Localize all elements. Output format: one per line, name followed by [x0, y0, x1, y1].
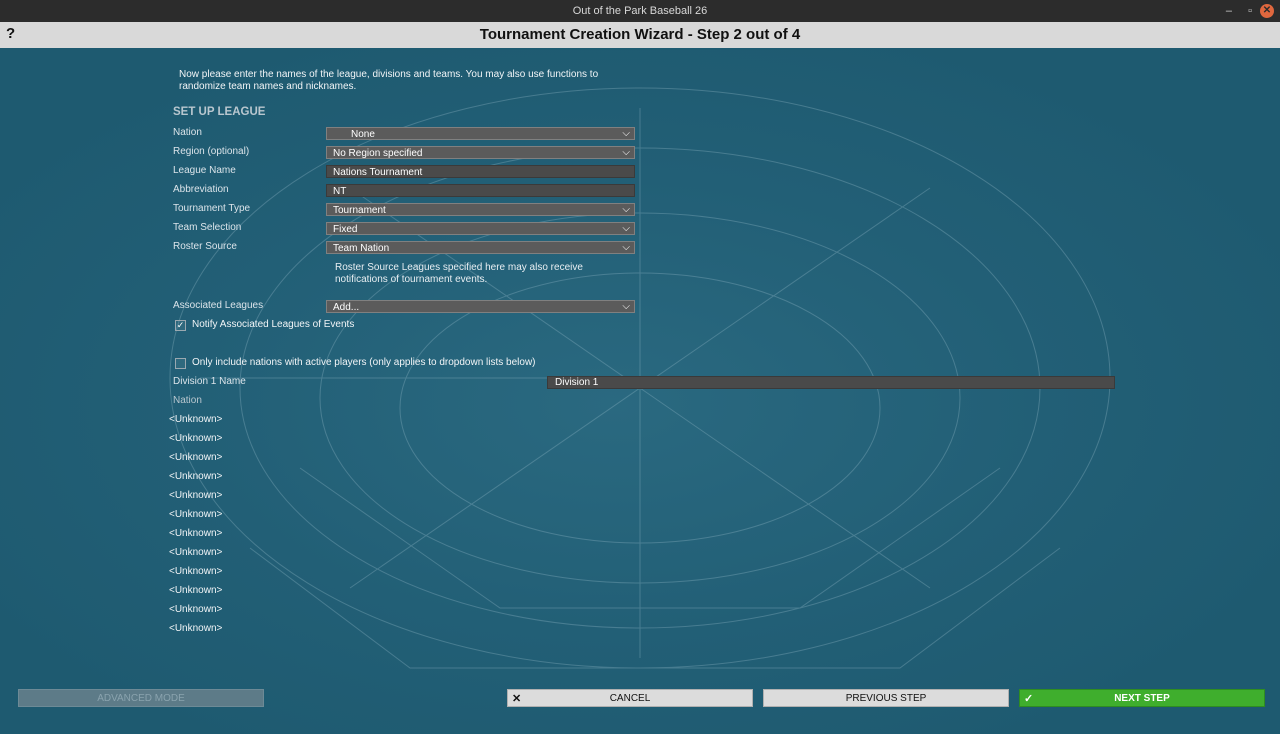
team-nation-item[interactable]: <Unknown>: [169, 604, 222, 615]
league-name-label: League Name: [173, 165, 236, 176]
advanced-mode-button[interactable]: ADVANCED MODE: [18, 689, 264, 707]
region-label: Region (optional): [173, 146, 250, 157]
team-selection-label: Team Selection: [173, 222, 242, 233]
roster-source-note: Roster Source Leagues specified here may…: [335, 262, 583, 285]
intro-text: Now please enter the names of the league…: [179, 69, 599, 92]
league-name-input[interactable]: Nations Tournament: [326, 165, 635, 178]
check-icon: ✓: [1024, 693, 1034, 705]
team-nation-item[interactable]: <Unknown>: [169, 414, 222, 425]
team-nation-item[interactable]: <Unknown>: [169, 528, 222, 539]
team-nation-item[interactable]: <Unknown>: [169, 452, 222, 463]
region-select[interactable]: No Region specified ⌵: [326, 146, 635, 159]
roster-source-value: Team Nation: [333, 243, 390, 254]
abbreviation-input[interactable]: NT: [326, 184, 635, 197]
team-nation-item[interactable]: <Unknown>: [169, 471, 222, 482]
team-nation-item[interactable]: <Unknown>: [169, 585, 222, 596]
nation-value: None: [351, 129, 375, 140]
cancel-button[interactable]: ✕ CANCEL: [507, 689, 753, 707]
notify-checkbox-label: Notify Associated Leagues of Events: [192, 319, 355, 330]
chevron-down-icon: ⌵: [622, 147, 630, 158]
chevron-down-icon: ⌵: [622, 242, 630, 253]
division-name-label: Division 1 Name: [173, 376, 246, 387]
nation-select[interactable]: None ⌵: [326, 127, 635, 140]
active-nations-label: Only include nations with active players…: [192, 357, 536, 368]
associated-leagues-label: Associated Leagues: [173, 300, 264, 311]
chevron-down-icon: ⌵: [622, 301, 630, 312]
minimize-icon[interactable]: –: [1226, 4, 1232, 18]
team-nation-item[interactable]: <Unknown>: [169, 433, 222, 444]
region-value: No Region specified: [333, 148, 423, 159]
associated-leagues-value: Add...: [333, 302, 360, 313]
active-nations-checkbox[interactable]: [175, 358, 186, 369]
team-nation-item[interactable]: <Unknown>: [169, 623, 222, 634]
close-icon: ✕: [512, 693, 522, 705]
chevron-down-icon: ⌵: [622, 204, 630, 215]
close-icon[interactable]: ✕: [1260, 4, 1274, 18]
associated-leagues-select[interactable]: Add... ⌵: [326, 300, 635, 313]
team-nation-item[interactable]: <Unknown>: [169, 490, 222, 501]
tournament-type-label: Tournament Type: [173, 203, 251, 214]
team-nation-item[interactable]: <Unknown>: [169, 547, 222, 558]
nation-label: Nation: [173, 127, 202, 138]
chevron-down-icon: ⌵: [622, 128, 630, 139]
tournament-type-select[interactable]: Tournament ⌵: [326, 203, 635, 216]
division-name-input[interactable]: Division 1: [547, 376, 1115, 389]
nation-column-header: Nation: [173, 395, 202, 406]
team-selection-select[interactable]: Fixed ⌵: [326, 222, 635, 235]
next-step-button[interactable]: ✓ NEXT STEP: [1019, 689, 1265, 707]
page-title: Tournament Creation Wizard - Step 2 out …: [479, 26, 801, 43]
tournament-type-value: Tournament: [333, 205, 386, 216]
maximize-icon[interactable]: ▫: [1248, 4, 1252, 18]
previous-step-button[interactable]: PREVIOUS STEP: [763, 689, 1009, 707]
team-nation-item[interactable]: <Unknown>: [169, 566, 222, 577]
notify-checkbox[interactable]: ✓: [175, 320, 186, 331]
roster-source-select[interactable]: Team Nation ⌵: [326, 241, 635, 254]
team-nation-item[interactable]: <Unknown>: [169, 509, 222, 520]
cancel-label: CANCEL: [609, 693, 651, 704]
window-title: Out of the Park Baseball 26: [572, 5, 708, 17]
roster-source-label: Roster Source: [173, 241, 237, 252]
next-step-label: NEXT STEP: [1114, 693, 1170, 704]
team-selection-value: Fixed: [333, 224, 358, 235]
section-title: SET UP LEAGUE: [173, 106, 266, 118]
window-titlebar: Out of the Park Baseball 26 – ▫ ✕: [0, 0, 1280, 22]
abbreviation-label: Abbreviation: [173, 184, 229, 195]
wizard-header: ? Tournament Creation Wizard - Step 2 ou…: [0, 22, 1280, 48]
chevron-down-icon: ⌵: [622, 223, 630, 234]
